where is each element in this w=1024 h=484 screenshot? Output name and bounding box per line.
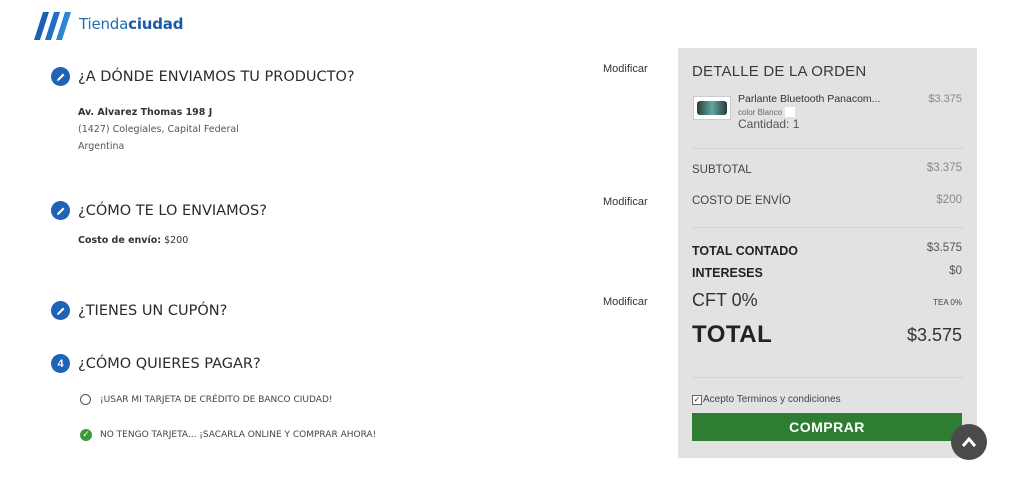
shipping-cost-value: $200 — [936, 194, 962, 206]
intereses-label: INTERESES — [692, 266, 763, 280]
logo[interactable]: Tiendaciudad — [34, 8, 183, 40]
order-summary-panel: DETALLE DE LA ORDEN Parlante Bluetooth P… — [678, 48, 977, 458]
payment-option-label: ¡USAR MI TARJETA DE CRÉDITO DE BANCO CIU… — [100, 394, 333, 405]
step-title: ¿CÓMO QUIERES PAGAR? — [78, 355, 261, 372]
tea-rate: TEA 0% — [933, 298, 962, 307]
chevron-up-icon — [961, 436, 977, 447]
product-quantity: Cantidad: 1 — [738, 117, 800, 131]
address-street: Av. Alvarez Thomas 198 J — [78, 107, 213, 118]
step-title: ¿CÓMO TE LO ENVIAMOS? — [78, 202, 267, 219]
shipping-cost-label: Costo de envío: — [78, 235, 162, 246]
shipping-cost: Costo de envío: $200 — [78, 235, 188, 246]
tiendaciudad-logo-icon — [34, 12, 71, 40]
terms-label[interactable]: Acepto Terminos y condiciones — [703, 394, 841, 405]
divider — [692, 377, 963, 378]
radio-unselected-icon[interactable] — [80, 394, 91, 405]
shipping-address: Av. Alvarez Thomas 198 J (1427) Colegial… — [78, 104, 239, 155]
total-contado-label: TOTAL CONTADO — [692, 244, 799, 258]
step-coupon: ¿TIENES UN CUPÓN? — [51, 301, 227, 320]
product-color: color Blanco — [738, 107, 796, 117]
step-number-badge: 4 — [51, 354, 70, 373]
total-label: TOTAL — [692, 321, 773, 348]
product-price: $3.375 — [928, 93, 962, 105]
buy-button[interactable]: COMPRAR — [692, 413, 962, 441]
modify-address-link[interactable]: Modificar — [603, 63, 648, 75]
subtotal-label: SUBTOTAL — [692, 164, 752, 176]
payment-option-bank-card[interactable]: ¡USAR MI TARJETA DE CRÉDITO DE BANCO CIU… — [80, 394, 332, 405]
scroll-to-top-button[interactable] — [951, 424, 987, 460]
pencil-icon — [51, 201, 70, 220]
pencil-icon — [51, 67, 70, 86]
modify-shipping-link[interactable]: Modificar — [603, 196, 648, 208]
step-shipping-address: ¿A DÓNDE ENVIAMOS TU PRODUCTO? — [51, 67, 355, 86]
modify-coupon-link[interactable]: Modificar — [603, 296, 648, 308]
step-shipping-method: ¿CÓMO TE LO ENVIAMOS? — [51, 201, 267, 220]
intereses-value: $0 — [949, 265, 962, 277]
pencil-icon — [51, 301, 70, 320]
payment-option-no-card[interactable]: ✓ NO TENGO TARJETA... ¡SACARLA ONLINE Y … — [80, 429, 376, 441]
address-city: (1427) Colegiales, Capital Federal — [78, 124, 239, 135]
order-summary-title: DETALLE DE LA ORDEN — [692, 63, 867, 80]
payment-option-label: NO TENGO TARJETA... ¡SACARLA ONLINE Y CO… — [100, 430, 377, 440]
subtotal-value: $3.375 — [926, 162, 962, 174]
cft-rate: CFT 0% — [692, 290, 758, 310]
shipping-cost-label: COSTO DE ENVÍO — [692, 195, 791, 207]
check-circle-icon[interactable]: ✓ — [80, 429, 92, 441]
total-contado-value: $3.575 — [926, 242, 962, 254]
terms-checkbox[interactable]: ✓ — [692, 394, 702, 405]
step-payment: 4 ¿CÓMO QUIERES PAGAR? — [51, 354, 261, 373]
step-title: ¿A DÓNDE ENVIAMOS TU PRODUCTO? — [78, 68, 355, 85]
product-name: Parlante Bluetooth Panacom... — [738, 93, 881, 105]
shipping-cost-value: $200 — [164, 235, 189, 246]
logo-text: Tiendaciudad — [79, 15, 184, 33]
color-swatch — [785, 107, 796, 117]
step-title: ¿TIENES UN CUPÓN? — [78, 302, 228, 319]
divider — [692, 227, 963, 228]
address-country: Argentina — [78, 141, 125, 152]
total-value: $3.575 — [906, 325, 962, 345]
terms-checkbox-row[interactable]: ✓ Acepto Terminos y condiciones — [692, 394, 841, 405]
product-thumbnail — [693, 96, 731, 120]
divider — [692, 148, 963, 149]
